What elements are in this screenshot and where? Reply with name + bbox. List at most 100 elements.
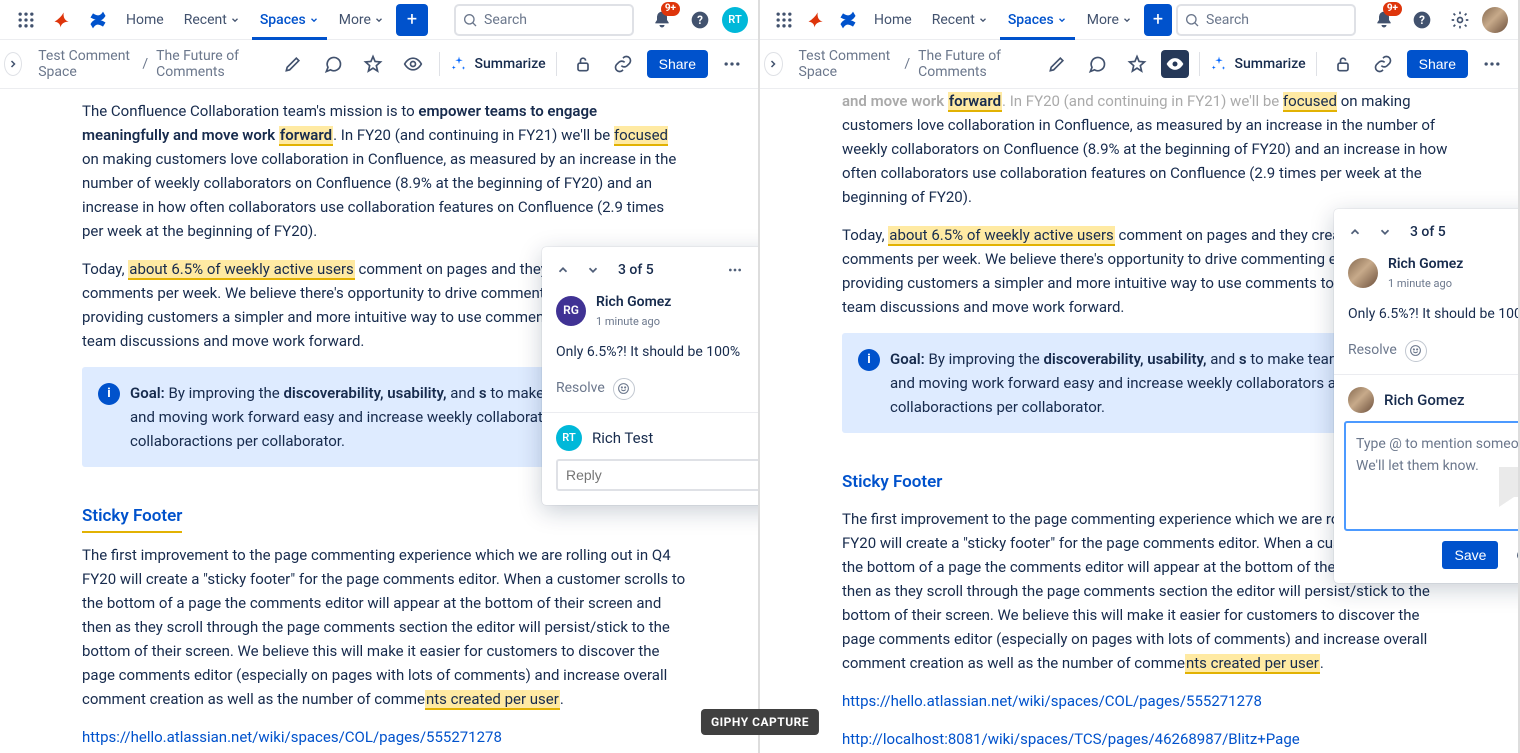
cancel-button[interactable]: Cancel: [1510, 546, 1518, 564]
profile-avatar[interactable]: RT: [722, 7, 748, 33]
lock-icon[interactable]: [1327, 48, 1359, 80]
create-button[interactable]: +: [396, 4, 428, 36]
watch-icon[interactable]: [397, 48, 429, 80]
nav-spaces[interactable]: Spaces: [252, 0, 327, 40]
sticky-footer-heading: Sticky Footer: [82, 503, 182, 533]
jira-logo-icon[interactable]: [46, 4, 78, 36]
nav-more[interactable]: More: [331, 0, 392, 40]
summarize-button[interactable]: Summarize: [1210, 55, 1305, 73]
external-link-2[interactable]: http://localhost:8081/wiki/spaces/TCS/pa…: [842, 730, 1300, 748]
create-button[interactable]: +: [1144, 4, 1172, 36]
breadcrumb-page[interactable]: The Future of Comments: [156, 48, 267, 80]
page-content: and move work forward. In FY20 (and cont…: [760, 89, 1518, 753]
edit-icon[interactable]: [1041, 48, 1073, 80]
breadcrumb-space[interactable]: Test Comment Space: [799, 48, 897, 80]
page-content: The Confluence Collaboration team's miss…: [0, 89, 758, 753]
app-switcher-icon[interactable]: [770, 4, 798, 36]
nav-home[interactable]: Home: [118, 0, 172, 40]
search-placeholder: Search: [1206, 12, 1249, 28]
app-switcher-icon[interactable]: [10, 4, 42, 36]
comment-more-icon[interactable]: [722, 257, 748, 283]
watch-icon[interactable]: [1161, 50, 1189, 78]
reaction-icon[interactable]: [613, 378, 635, 400]
reply-input[interactable]: [556, 459, 758, 491]
breadcrumb-space[interactable]: Test Comment Space: [38, 48, 134, 80]
external-link-1[interactable]: https://hello.atlassian.net/wiki/spaces/…: [82, 728, 502, 746]
comment-more-icon[interactable]: [1514, 219, 1518, 245]
nav-home[interactable]: Home: [866, 0, 920, 40]
reply-avatar: RT: [556, 425, 582, 451]
nav-more[interactable]: More: [1079, 0, 1140, 40]
notification-badge: 9+: [1383, 2, 1402, 16]
comment-popup: 3 of 5 RG Rich Gomez 1 minute ago Only 6…: [542, 247, 758, 505]
top-nav: Home Recent Spaces More + Search 9+ ? RT: [0, 0, 758, 40]
confluence-logo-icon[interactable]: [82, 4, 114, 36]
notifications-icon[interactable]: 9+: [1368, 4, 1400, 36]
comment-popup: 3 of 5 Rich Gomez 1 minute ago Only 6.5%…: [1334, 209, 1518, 583]
reply-username: Rich Test: [592, 426, 653, 450]
settings-icon[interactable]: [1444, 4, 1476, 36]
star-icon[interactable]: [357, 48, 389, 80]
confluence-logo-icon[interactable]: [834, 4, 862, 36]
resolve-button[interactable]: Resolve: [556, 377, 605, 399]
comment-next-button[interactable]: [580, 257, 606, 283]
info-icon: i: [98, 383, 120, 405]
lock-icon[interactable]: [567, 48, 599, 80]
external-link-1[interactable]: https://hello.atlassian.net/wiki/spaces/…: [842, 692, 1262, 710]
comment-timestamp: 1 minute ago: [596, 313, 671, 331]
help-icon[interactable]: ?: [684, 4, 716, 36]
comment-author-avatar: RG: [556, 296, 586, 326]
search-icon: [462, 12, 478, 28]
breadcrumb-page[interactable]: The Future of Comments: [918, 48, 1031, 80]
sticky-footer-heading: Sticky Footer: [842, 469, 942, 497]
svg-text:?: ?: [697, 13, 703, 27]
link-icon[interactable]: [1367, 48, 1399, 80]
comment-author-avatar: [1348, 258, 1378, 288]
nav-recent[interactable]: Recent: [176, 0, 248, 40]
comment-body: Only 6.5%?! It should be 100%: [542, 337, 758, 373]
intro-paragraph: The Confluence Collaboration team's miss…: [82, 99, 688, 243]
profile-avatar[interactable]: [1482, 7, 1508, 33]
help-icon[interactable]: ?: [1406, 4, 1438, 36]
star-icon[interactable]: [1121, 48, 1153, 80]
reply-textarea[interactable]: Type @ to mention someone. We'll let the…: [1344, 421, 1518, 531]
comment-icon[interactable]: [1081, 48, 1113, 80]
search-icon: [1184, 12, 1200, 28]
summarize-button[interactable]: Summarize: [450, 55, 545, 73]
notifications-icon[interactable]: 9+: [646, 4, 678, 36]
comment-next-button[interactable]: [1372, 219, 1398, 245]
top-nav: Home Recent Spaces More + Search 9+ ?: [760, 0, 1518, 40]
comment-prev-button[interactable]: [550, 257, 576, 283]
share-button[interactable]: Share: [1407, 50, 1468, 78]
comment-author-name: Rich Gomez: [1388, 253, 1463, 275]
nav-recent[interactable]: Recent: [924, 0, 996, 40]
intro-paragraph-cut: and move work forward. In FY20 (and cont…: [842, 89, 1448, 209]
comment-close-icon[interactable]: [752, 257, 758, 283]
more-actions-icon[interactable]: [1476, 48, 1508, 80]
reply-avatar: [1348, 387, 1374, 413]
comment-icon[interactable]: [317, 48, 349, 80]
comment-prev-button[interactable]: [1342, 219, 1368, 245]
page-subheader: Test Comment Space / The Future of Comme…: [760, 40, 1518, 89]
reaction-icon[interactable]: [1405, 340, 1427, 362]
more-actions-icon[interactable]: [716, 48, 748, 80]
sticky-footer-body: The first improvement to the page commen…: [82, 543, 688, 711]
search-input[interactable]: Search: [1176, 4, 1356, 36]
expand-sidebar-button[interactable]: [764, 52, 783, 76]
jira-logo-icon[interactable]: [802, 4, 830, 36]
expand-sidebar-button[interactable]: [4, 52, 22, 76]
share-button[interactable]: Share: [647, 50, 708, 78]
nav-spaces[interactable]: Spaces: [1000, 0, 1075, 40]
page-subheader: Test Comment Space / The Future of Comme…: [0, 40, 758, 89]
resolve-button[interactable]: Resolve: [1348, 339, 1397, 361]
edit-icon[interactable]: [277, 48, 309, 80]
comment-body: Only 6.5%?! It should be 100%: [1334, 299, 1518, 335]
search-input[interactable]: Search: [454, 4, 634, 36]
info-icon: i: [858, 349, 880, 371]
comment-timestamp: 1 minute ago: [1388, 275, 1463, 293]
link-icon[interactable]: [607, 48, 639, 80]
comment-author-name: Rich Gomez: [596, 291, 671, 313]
notification-badge: 9+: [661, 2, 680, 16]
save-button[interactable]: Save: [1442, 541, 1498, 569]
highlight-stat: about 6.5% of weekly active users: [888, 226, 1115, 246]
